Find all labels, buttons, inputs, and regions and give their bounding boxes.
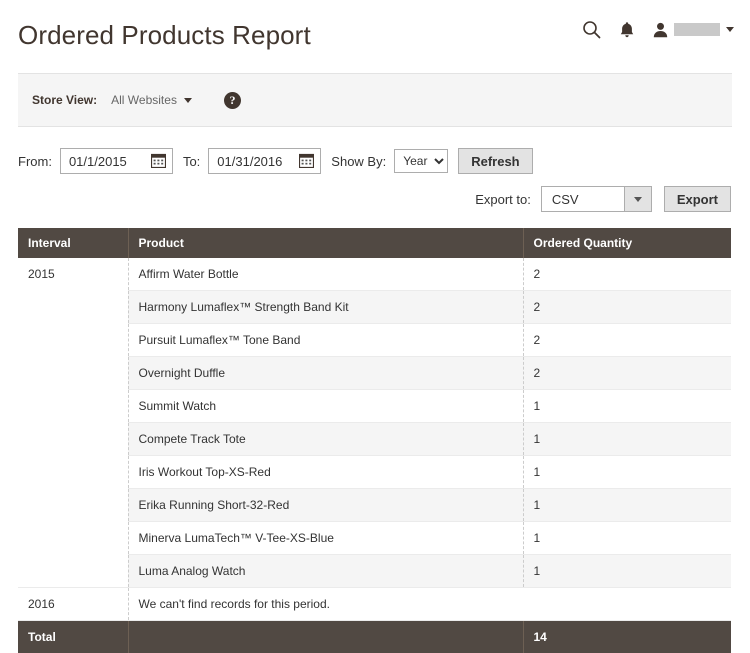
user-name-redacted xyxy=(674,23,720,36)
to-label: To: xyxy=(183,154,200,169)
cell-product: Iris Workout Top-XS-Red xyxy=(128,456,523,489)
cell-product: Luma Analog Watch xyxy=(128,555,523,588)
cell-ordered-quantity: 2 xyxy=(523,291,731,324)
cell-interval: 2016 xyxy=(18,588,128,621)
export-label: Export to: xyxy=(475,192,531,207)
store-view-label: Store View: xyxy=(32,93,97,107)
table-header-row: Interval Product Ordered Quantity xyxy=(18,228,731,258)
calendar-icon[interactable] xyxy=(151,153,166,171)
user-menu[interactable] xyxy=(653,22,734,38)
chevron-down-icon xyxy=(726,27,734,32)
total-quantity: 14 xyxy=(523,621,731,653)
chevron-down-icon xyxy=(184,98,192,103)
cell-ordered-quantity: 1 xyxy=(523,456,731,489)
chevron-down-icon xyxy=(634,197,642,202)
show-by-select[interactable]: YearMonthDay xyxy=(394,149,448,173)
column-header-interval[interactable]: Interval xyxy=(18,228,128,258)
total-spacer xyxy=(128,621,523,653)
cell-product: Overnight Duffle xyxy=(128,357,523,390)
export-format-dropdown-button[interactable] xyxy=(624,187,651,211)
column-header-product[interactable]: Product xyxy=(128,228,523,258)
user-avatar-icon xyxy=(653,22,668,38)
report-filter-bar: From: To: xyxy=(18,127,732,174)
cell-ordered-quantity: 2 xyxy=(523,357,731,390)
cell-ordered-quantity: 1 xyxy=(523,555,731,588)
export-bar: Export to: CSV Export xyxy=(18,174,731,212)
cell-product: Pursuit Lumaflex™ Tone Band xyxy=(128,324,523,357)
cell-ordered-quantity: 1 xyxy=(523,522,731,555)
search-icon[interactable] xyxy=(582,20,601,39)
export-format-select[interactable]: CSV xyxy=(541,186,652,212)
table-head: Interval Product Ordered Quantity xyxy=(18,228,731,258)
show-by-label: Show By: xyxy=(331,154,386,169)
report-grid-wrapper: Interval Product Ordered Quantity 2015Af… xyxy=(18,228,731,653)
to-date-field[interactable] xyxy=(208,148,321,174)
table-row[interactable]: 2015Affirm Water Bottle2 xyxy=(18,258,731,291)
column-header-ordered-quantity[interactable]: Ordered Quantity xyxy=(523,228,731,258)
total-label: Total xyxy=(18,621,128,653)
store-view-value-label: All Websites xyxy=(111,93,177,107)
calendar-icon[interactable] xyxy=(299,153,314,171)
cell-product: Affirm Water Bottle xyxy=(128,258,523,291)
header-actions xyxy=(582,20,734,39)
empty-records-message: We can't find records for this period. xyxy=(128,588,731,621)
total-row: Total 14 xyxy=(18,621,731,653)
cell-product: Erika Running Short-32-Red xyxy=(128,489,523,522)
from-date-field[interactable] xyxy=(60,148,173,174)
export-format-value: CSV xyxy=(542,192,624,207)
refresh-button[interactable]: Refresh xyxy=(458,148,532,174)
from-date-input[interactable] xyxy=(61,149,151,173)
store-view-switcher[interactable]: All Websites xyxy=(111,93,192,107)
ordered-products-table: Interval Product Ordered Quantity 2015Af… xyxy=(18,228,731,653)
table-foot: Total 14 xyxy=(18,621,731,653)
cell-ordered-quantity: 1 xyxy=(523,423,731,456)
cell-interval: 2015 xyxy=(18,258,128,588)
cell-ordered-quantity: 2 xyxy=(523,258,731,291)
page-header: Ordered Products Report xyxy=(0,0,750,73)
help-icon[interactable]: ? xyxy=(224,92,241,109)
cell-ordered-quantity: 1 xyxy=(523,390,731,423)
cell-ordered-quantity: 1 xyxy=(523,489,731,522)
table-body: 2015Affirm Water Bottle2Harmony Lumaflex… xyxy=(18,258,731,621)
table-row-empty: 2016We can't find records for this perio… xyxy=(18,588,731,621)
cell-product: Minerva LumaTech™ V-Tee-XS-Blue xyxy=(128,522,523,555)
cell-product: Harmony Lumaflex™ Strength Band Kit xyxy=(128,291,523,324)
export-button[interactable]: Export xyxy=(664,186,731,212)
bell-icon[interactable] xyxy=(619,21,635,39)
to-date-input[interactable] xyxy=(209,149,299,173)
from-label: From: xyxy=(18,154,52,169)
cell-product: Summit Watch xyxy=(128,390,523,423)
cell-product: Compete Track Tote xyxy=(128,423,523,456)
cell-ordered-quantity: 2 xyxy=(523,324,731,357)
store-view-bar: Store View: All Websites ? xyxy=(18,73,732,127)
page-title: Ordered Products Report xyxy=(18,20,311,51)
